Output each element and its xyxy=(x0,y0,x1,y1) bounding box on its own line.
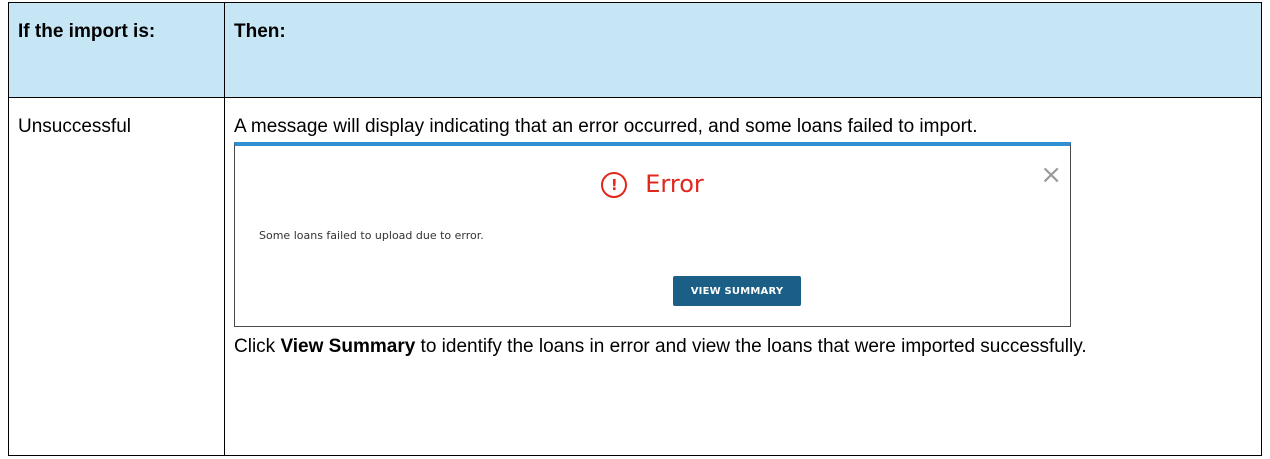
then-description: A message will display indicating that a… xyxy=(234,116,978,137)
instruction-bold: View Summary xyxy=(280,336,416,357)
table-header-row: If the import is: Then: xyxy=(8,2,1262,98)
dialog-title-text: Error xyxy=(645,170,704,198)
instruction-table: If the import is: Then: Unsuccessful A m… xyxy=(8,2,1262,456)
condition-text: Unsuccessful xyxy=(18,116,131,137)
instruction-post: to identify the loans in error and view … xyxy=(415,336,1087,357)
then-instruction: Click View Summary to identify the loans… xyxy=(225,327,1261,358)
header-cell-condition: If the import is: xyxy=(8,2,225,98)
header-cell-then: Then: xyxy=(224,2,1262,98)
header-label-condition: If the import is: xyxy=(18,21,156,42)
view-summary-button[interactable]: VIEW SUMMARY xyxy=(673,276,801,306)
dialog-message: Some loans failed to upload due to error… xyxy=(259,229,484,242)
then-cell: A message will display indicating that a… xyxy=(224,97,1262,456)
condition-cell: Unsuccessful xyxy=(8,97,225,456)
exclamation-circle-icon: ! xyxy=(601,172,628,198)
error-dialog-screenshot: ! Error × Some loans failed to upload due… xyxy=(234,142,1071,327)
instruction-pre: Click xyxy=(234,336,281,357)
dialog-title: ! Error xyxy=(235,172,1070,198)
header-label-then: Then: xyxy=(234,21,286,42)
close-icon[interactable]: × xyxy=(1040,162,1062,188)
table-row: Unsuccessful A message will display indi… xyxy=(8,97,1262,456)
